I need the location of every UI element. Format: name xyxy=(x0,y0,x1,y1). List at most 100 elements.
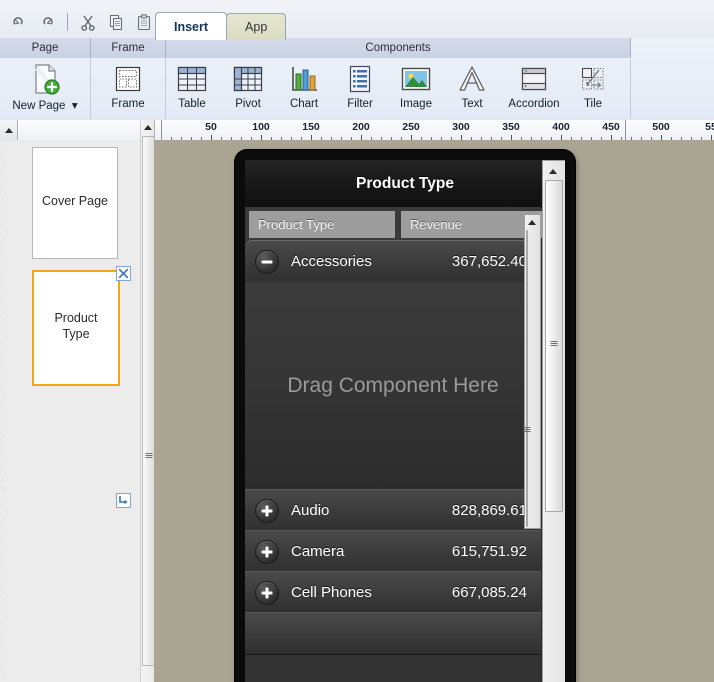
ribbon-tabs: Insert App xyxy=(155,12,286,40)
page-scroll-up-arrow-icon[interactable] xyxy=(543,163,563,179)
ribbon-button-text[interactable]: Text xyxy=(441,62,503,118)
tab-app-label: App xyxy=(245,20,267,34)
ruler-tick-label: 400 xyxy=(552,121,570,133)
list-scroll-thumb[interactable] xyxy=(526,230,528,527)
ribbon-button-chart[interactable]: Chart xyxy=(273,62,335,118)
ribbon-button-tile-label: Tile xyxy=(584,98,602,110)
ruler-tick-label: 250 xyxy=(402,121,420,133)
ribbon-group-page-label: Page xyxy=(32,42,59,54)
ribbon-button-table[interactable]: Table xyxy=(161,62,223,118)
tab-app[interactable]: App xyxy=(226,13,286,40)
pivot-icon xyxy=(232,62,264,96)
ribbon-button-new-page[interactable]: New Page ▾ xyxy=(8,62,82,118)
ruler-page-boundary xyxy=(625,120,626,140)
page-scroll-thumb[interactable] xyxy=(545,180,563,512)
list-vertical-scrollbar[interactable] xyxy=(524,214,541,529)
ribbon-button-text-label: Text xyxy=(461,98,482,110)
quick-access-toolbar: Insert App xyxy=(0,0,714,39)
list-scroll-up-arrow-icon[interactable] xyxy=(525,216,538,229)
ribbon-button-accordion-label: Accordion xyxy=(508,98,559,110)
ruler-tick-label: 150 xyxy=(302,121,320,133)
chevron-down-icon[interactable]: ▾ xyxy=(69,100,78,112)
ribbon-group-components-label: Components xyxy=(365,42,430,54)
page-vertical-scrollbar[interactable] xyxy=(542,160,565,682)
ribbon-button-frame-label: Frame xyxy=(111,98,144,110)
ribbon-button-chart-label: Chart xyxy=(290,98,318,110)
undo-icon[interactable] xyxy=(6,10,32,34)
design-canvas[interactable]: Product Type Product Type Revenue Acces xyxy=(154,140,714,682)
column-header-product-type[interactable]: Product Type xyxy=(249,211,395,238)
ruler-tick-label: 200 xyxy=(352,121,370,133)
ribbon-button-image[interactable]: Image xyxy=(385,62,447,118)
tile-icon xyxy=(578,62,608,96)
tab-insert[interactable]: Insert xyxy=(155,12,227,40)
copy-icon[interactable] xyxy=(103,10,129,34)
filter-icon xyxy=(346,62,374,96)
preview-list: Accessories 367,652.40 Drag Component He… xyxy=(245,240,541,682)
ribbon-button-table-label: Table xyxy=(178,98,206,110)
ribbon-button-filter[interactable]: Filter xyxy=(329,62,391,118)
expand-toggle-icon[interactable] xyxy=(255,499,279,523)
ribbon-button-tile[interactable]: Tile xyxy=(562,62,624,118)
preview-column-header-row: Product Type Revenue xyxy=(245,207,541,240)
ribbon-group-components-header: Components xyxy=(166,38,631,58)
list-item-label: Audio xyxy=(291,502,329,519)
page-link-icon[interactable] xyxy=(115,492,131,508)
page-thumbnail-product-type-label-line2: Type xyxy=(34,326,118,342)
list-item[interactable]: Accessories 367,652.40 xyxy=(245,240,541,283)
expand-toggle-icon[interactable] xyxy=(255,540,279,564)
ruler-corner-collapse-icon[interactable] xyxy=(0,120,18,140)
ribbon-group-frame-label: Frame xyxy=(111,42,144,54)
list-item[interactable]: Camera 615,751.92 xyxy=(245,530,541,573)
horizontal-ruler[interactable]: 5010015020025030035040045050055 xyxy=(0,120,714,141)
ruler-tick-label: 350 xyxy=(502,121,520,133)
ruler-tick-label: 55 xyxy=(705,121,714,133)
ribbon-button-frame[interactable]: Frame xyxy=(97,62,159,118)
close-page-icon[interactable] xyxy=(115,265,131,281)
ruler-tick-label: 100 xyxy=(252,121,270,133)
ribbon-button-pivot-label: Pivot xyxy=(235,98,261,110)
list-item-label: Cell Phones xyxy=(291,584,372,601)
text-icon xyxy=(457,62,487,96)
toolbar-separator xyxy=(67,13,68,31)
list-item[interactable]: Cell Phones 667,085.24 xyxy=(245,571,541,614)
cut-icon[interactable] xyxy=(75,10,101,34)
device-preview-frame[interactable]: Product Type Product Type Revenue Acces xyxy=(235,150,575,682)
redo-icon[interactable] xyxy=(34,10,60,34)
table-icon xyxy=(176,62,208,96)
list-item-value: 828,869.61 xyxy=(452,502,527,519)
list-item-value: 367,652.40 xyxy=(452,253,527,270)
pages-panel-scrollbar[interactable] xyxy=(140,120,155,682)
preview-title: Product Type xyxy=(356,175,454,193)
ribbon-button-pivot[interactable]: Pivot xyxy=(217,62,279,118)
ruler-page-boundary xyxy=(161,120,162,140)
image-icon xyxy=(400,62,432,96)
list-item[interactable] xyxy=(245,612,541,655)
list-item-value: 667,085.24 xyxy=(452,584,527,601)
ribbon-group-page-header: Page xyxy=(0,38,91,58)
accordion-icon xyxy=(518,62,550,96)
list-item-value: 615,751.92 xyxy=(452,543,527,560)
page-thumbnail-product-type-label-line1: Product xyxy=(34,310,118,326)
ribbon-button-new-page-label: New Page ▾ xyxy=(12,98,77,112)
panel-texture xyxy=(0,140,6,682)
device-screen: Product Type Product Type Revenue Acces xyxy=(245,160,565,682)
paste-icon[interactable] xyxy=(131,10,157,34)
application-window: Insert App Page Frame Components xyxy=(0,0,714,682)
drop-zone[interactable]: Drag Component Here xyxy=(245,282,541,489)
ruler-tick-label: 500 xyxy=(652,121,670,133)
preview-title-bar: Product Type xyxy=(245,160,565,208)
scroll-up-arrow-icon[interactable] xyxy=(141,120,154,135)
list-item[interactable]: Audio 828,869.61 xyxy=(245,489,541,532)
drop-zone-label: Drag Component Here xyxy=(287,374,498,398)
page-thumbnail-cover[interactable]: Cover Page xyxy=(32,147,118,259)
ribbon-button-accordion[interactable]: Accordion xyxy=(498,62,570,118)
collapse-toggle-icon[interactable] xyxy=(255,250,279,274)
ruler-tick-label: 450 xyxy=(602,121,620,133)
expand-toggle-icon[interactable] xyxy=(255,581,279,605)
page-thumbnail-product-type[interactable]: Product Type xyxy=(32,270,120,386)
ruler-tick-label: 50 xyxy=(205,121,217,133)
pages-panel: Cover Page Product Type xyxy=(0,140,141,682)
ribbon-button-filter-label: Filter xyxy=(347,98,373,110)
page-thumbnail-cover-label: Cover Page xyxy=(33,193,117,209)
